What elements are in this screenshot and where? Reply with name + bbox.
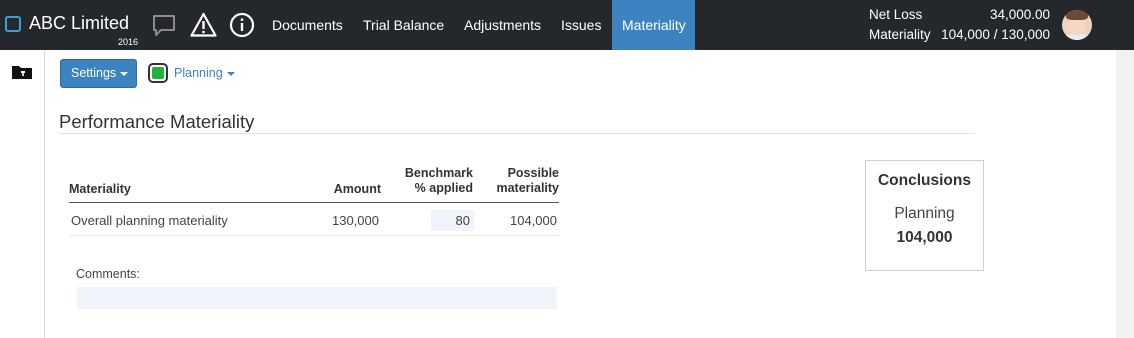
caret-down-icon bbox=[120, 71, 129, 76]
column-header-benchmark-line1: Benchmark bbox=[404, 166, 473, 180]
materiality-value: 104,000 / 130,000 bbox=[941, 27, 1050, 42]
conclusions-value: 104,000 bbox=[896, 229, 953, 246]
column-header-possible-line2: materiality bbox=[496, 181, 559, 195]
nav-issues[interactable]: Issues bbox=[551, 0, 611, 50]
nav-documents[interactable]: Documents bbox=[262, 0, 353, 50]
top-navbar: ABC Limited 2016 Documents Trial Balance… bbox=[0, 0, 1134, 50]
info-icon[interactable] bbox=[229, 12, 255, 43]
status-fill bbox=[152, 67, 164, 79]
conclusions-title: Conclusions bbox=[877, 172, 971, 189]
nav-trial-balance[interactable]: Trial Balance bbox=[353, 0, 454, 50]
conclusions-panel: Conclusions Planning 104,000 bbox=[865, 160, 984, 271]
benchmark-percent-input[interactable]: 80 bbox=[431, 210, 474, 231]
table-row-divider bbox=[69, 235, 559, 236]
nav-adjustments[interactable]: Adjustments bbox=[454, 0, 551, 50]
section-title: Performance Materiality bbox=[59, 111, 255, 132]
conclusions-subtitle: Planning bbox=[894, 205, 955, 222]
chat-icon[interactable] bbox=[151, 12, 177, 43]
materiality-label: Materiality bbox=[869, 27, 931, 42]
column-header-materiality: Materiality bbox=[69, 182, 131, 196]
side-rail bbox=[0, 50, 45, 338]
row-materiality-name: Overall planning materiality bbox=[71, 213, 228, 228]
column-header-amount: Amount bbox=[333, 182, 381, 196]
nav-materiality[interactable]: Materiality bbox=[612, 0, 695, 50]
brand-name[interactable]: ABC Limited bbox=[29, 13, 129, 34]
warning-icon[interactable] bbox=[190, 12, 217, 43]
planning-dropdown[interactable]: Planning bbox=[174, 66, 235, 80]
table-header-divider bbox=[69, 202, 559, 203]
settings-label: Settings bbox=[71, 66, 117, 80]
vertical-scrollbar[interactable] bbox=[1116, 50, 1134, 338]
row-possible-materiality: 104,000 bbox=[510, 213, 557, 228]
user-avatar[interactable] bbox=[1062, 10, 1092, 40]
brand-year: 2016 bbox=[118, 37, 139, 47]
net-loss-label: Net Loss bbox=[869, 7, 923, 22]
settings-button[interactable]: Settings bbox=[60, 59, 137, 88]
column-header-benchmark-line2: % applied bbox=[414, 181, 473, 195]
comments-input[interactable] bbox=[77, 287, 557, 309]
folder-icon[interactable] bbox=[11, 64, 33, 85]
column-header-possible: Possible materiality bbox=[475, 166, 559, 196]
planning-dropdown-label: Planning bbox=[174, 66, 223, 80]
column-header-possible-line1: Possible bbox=[507, 166, 559, 180]
net-loss-value: 34,000.00 bbox=[989, 7, 1050, 22]
planning-status-indicator[interactable] bbox=[148, 63, 168, 83]
section-divider bbox=[59, 133, 975, 134]
brand-logo-icon bbox=[5, 16, 21, 32]
comments-label: Comments: bbox=[76, 267, 140, 281]
row-amount: 130,000 bbox=[332, 213, 379, 228]
column-header-benchmark: Benchmark % applied bbox=[383, 166, 473, 196]
caret-down-icon bbox=[226, 71, 235, 76]
